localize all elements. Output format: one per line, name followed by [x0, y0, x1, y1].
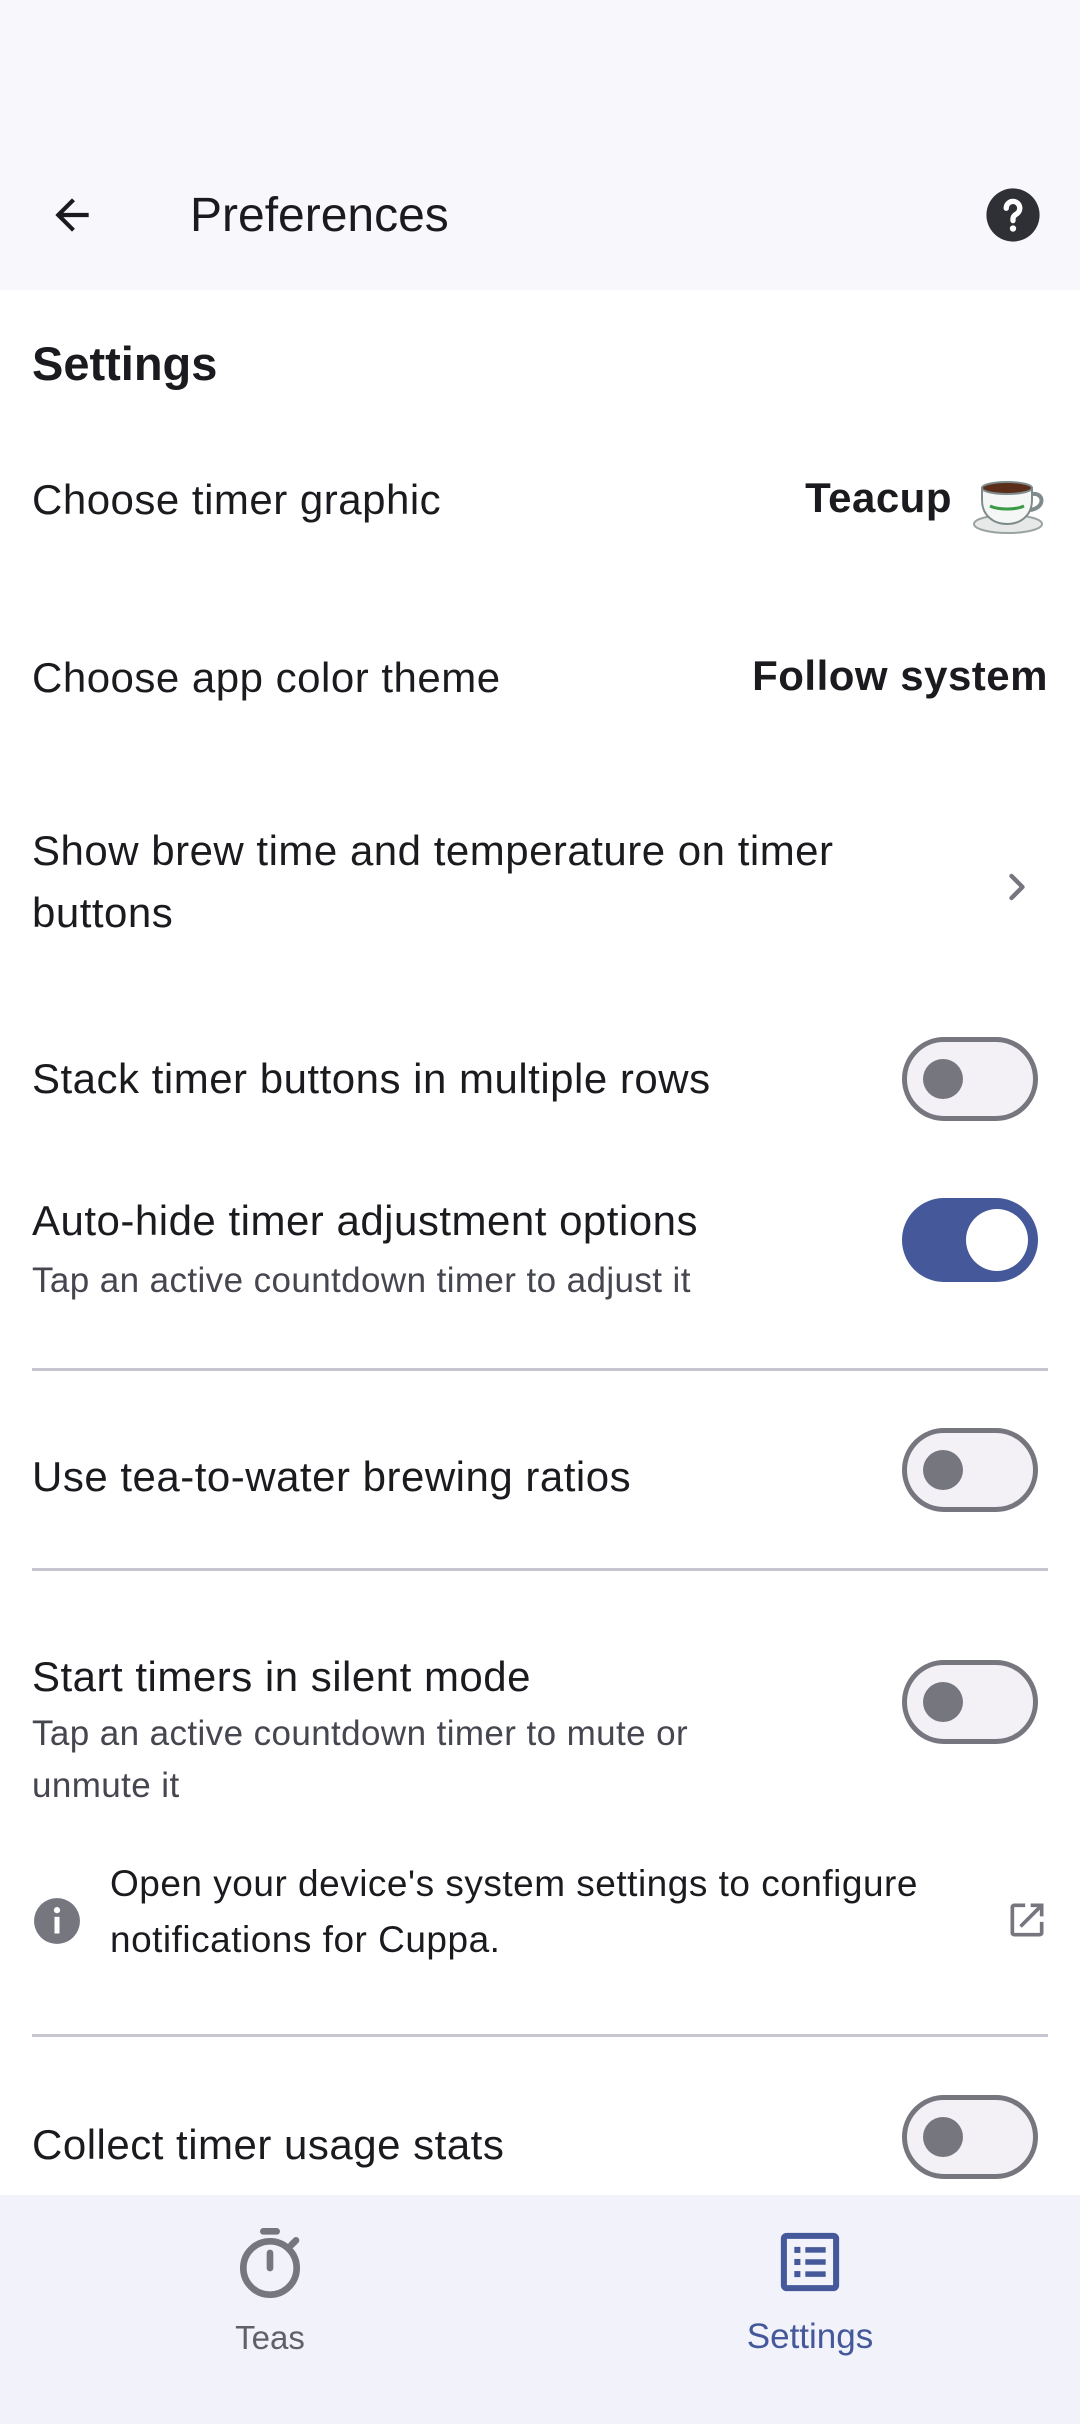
color-theme-row[interactable]: Choose app color theme Follow system	[0, 590, 1080, 770]
divider	[32, 1368, 1048, 1371]
timer-graphic-label: Choose timer graphic	[32, 476, 442, 523]
auto-hide-label: Auto-hide timer adjustment options	[32, 1197, 699, 1244]
silent-mode-sub-line2: unmute it	[32, 1766, 180, 1805]
notifications-row[interactable]: Open your device's system settings to co…	[0, 1850, 1080, 1990]
teacup-icon	[973, 481, 1044, 534]
ratios-switch[interactable]	[902, 1428, 1038, 1512]
stack-buttons-switch[interactable]	[902, 1037, 1038, 1121]
switch-thumb	[923, 1450, 963, 1490]
notifications-line2: notifications for Cuppa.	[110, 1919, 501, 1960]
bottom-navigation: Teas Settings	[0, 2195, 1080, 2424]
brew-time-label-line1: Show brew time and temperature on timer	[32, 827, 834, 874]
nav-label-settings: Settings	[746, 2317, 874, 2356]
settings-list: Settings Choose timer graphic Teacup Cho…	[0, 290, 1080, 2195]
auto-hide-row[interactable]: Auto-hide timer adjustment options Tap a…	[0, 1170, 1080, 1360]
timer-graphic-row[interactable]: Choose timer graphic Teacup	[0, 410, 1080, 590]
page-title: Preferences	[190, 189, 449, 242]
usage-stats-row[interactable]: Collect timer usage stats	[0, 2070, 1080, 2200]
auto-hide-sub: Tap an active countdown timer to adjust …	[32, 1261, 691, 1300]
nav-item-settings[interactable]: Settings	[540, 2195, 1080, 2424]
switch-thumb	[923, 2117, 963, 2157]
silent-mode-label: Start timers in silent mode	[32, 1653, 532, 1700]
section-title: Settings	[32, 337, 218, 390]
switch-thumb	[966, 1209, 1028, 1271]
open-external-icon	[1010, 1903, 1044, 1937]
help-icon	[986, 188, 1040, 242]
status-bar	[0, 0, 1080, 140]
back-button[interactable]	[42, 185, 102, 245]
help-button[interactable]	[984, 186, 1042, 244]
chevron-right-icon	[1009, 873, 1025, 901]
brew-time-label-line2: buttons	[32, 889, 174, 936]
switch-thumb	[923, 1682, 963, 1722]
nav-label-teas: Teas	[235, 2319, 305, 2356]
divider	[32, 1568, 1048, 1571]
brew-time-row[interactable]: Show brew time and temperature on timer …	[0, 820, 1080, 960]
color-theme-label: Choose app color theme	[32, 654, 501, 701]
app-bar: Preferences	[0, 140, 1080, 290]
silent-mode-switch[interactable]	[902, 1660, 1038, 1744]
arrow-back-icon	[55, 198, 89, 232]
divider	[32, 2034, 1048, 2037]
timer-graphic-value: Teacup	[805, 474, 952, 521]
switch-thumb	[923, 1059, 963, 1099]
usage-stats-label: Collect timer usage stats	[32, 2121, 505, 2168]
info-icon	[34, 1898, 80, 1944]
silent-mode-row[interactable]: Start timers in silent mode Tap an activ…	[0, 1610, 1080, 1810]
timer-icon	[240, 2228, 300, 2298]
auto-hide-switch[interactable]	[902, 1198, 1038, 1282]
notifications-line1: Open your device's system settings to co…	[110, 1863, 918, 1904]
usage-stats-switch[interactable]	[902, 2095, 1038, 2179]
ratios-row[interactable]: Use tea-to-water brewing ratios	[0, 1410, 1080, 1560]
silent-mode-sub-line1: Tap an active countdown timer to mute or	[32, 1714, 689, 1753]
stack-buttons-row[interactable]: Stack timer buttons in multiple rows	[0, 1010, 1080, 1160]
nav-item-teas[interactable]: Teas	[0, 2195, 540, 2424]
color-theme-value: Follow system	[752, 652, 1048, 699]
ratios-label: Use tea-to-water brewing ratios	[32, 1453, 632, 1500]
stack-buttons-label: Stack timer buttons in multiple rows	[32, 1055, 711, 1102]
list-alt-icon	[780, 2232, 840, 2292]
